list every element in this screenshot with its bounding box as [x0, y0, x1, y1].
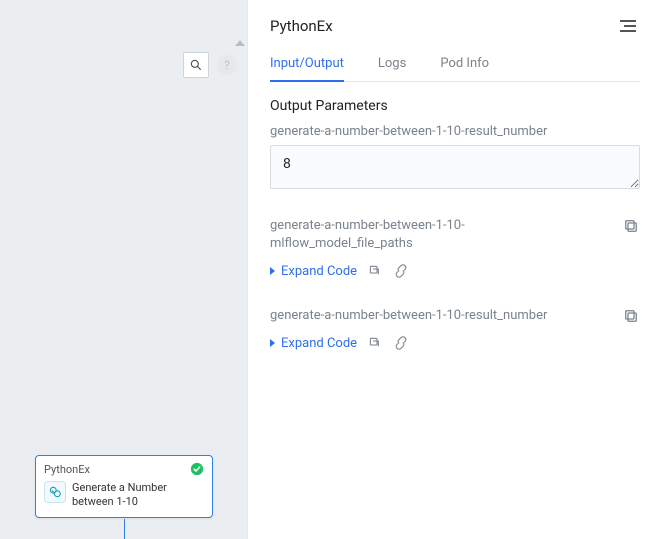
output-value: 8 — [283, 156, 291, 172]
tabs: Input/Output Logs Pod Info — [270, 40, 640, 82]
link-button[interactable] — [393, 335, 409, 351]
param-label-result-number: generate-a-number-between-1-10-result_nu… — [270, 124, 640, 139]
search-button[interactable] — [183, 52, 209, 78]
node-type-label: PythonEx — [44, 463, 90, 476]
node-connector — [124, 519, 125, 539]
panel-title: PythonEx — [270, 17, 333, 35]
copy-icon — [622, 217, 640, 235]
param-name: generate-a-number-between-1-10-mlflow_mo… — [270, 217, 590, 253]
workflow-node-pythonex[interactable]: PythonEx Generate a Number between 1-10 — [35, 455, 213, 518]
expand-code-link[interactable]: Expand Code — [270, 336, 357, 351]
copy-icon — [622, 307, 640, 325]
graph-canvas[interactable]: ? PythonEx Generate a Number between 1-1… — [0, 0, 248, 539]
tab-pod-info[interactable]: Pod Info — [440, 50, 489, 81]
collapse-arrow-icon[interactable] — [235, 40, 245, 46]
open-external-button[interactable] — [367, 335, 383, 351]
chevron-right-icon — [270, 339, 275, 347]
section-title: Output Parameters — [270, 98, 640, 114]
panel-menu-button[interactable] — [616, 16, 640, 36]
expand-code-label: Expand Code — [281, 264, 357, 279]
param-name: generate-a-number-between-1-10-result_nu… — [270, 307, 547, 325]
chevron-right-icon — [270, 267, 275, 275]
help-button[interactable]: ? — [217, 55, 237, 75]
canvas-toolbar: ? — [183, 52, 237, 78]
details-panel: PythonEx Input/Output Logs Pod Info Outp… — [248, 0, 658, 539]
copy-button[interactable] — [622, 307, 640, 325]
status-success-icon — [190, 462, 204, 476]
copy-button[interactable] — [622, 217, 640, 235]
param-block: generate-a-number-between-1-10-mlflow_mo… — [270, 217, 640, 279]
link-button[interactable] — [393, 263, 409, 279]
python-task-icon — [44, 481, 66, 503]
link-icon — [393, 335, 409, 351]
tab-input-output[interactable]: Input/Output — [270, 50, 344, 81]
search-icon — [189, 58, 203, 72]
expand-code-link[interactable]: Expand Code — [270, 264, 357, 279]
link-icon — [393, 263, 409, 279]
open-external-icon — [367, 335, 383, 351]
open-external-icon — [367, 263, 383, 279]
help-icon: ? — [224, 58, 230, 72]
param-block: generate-a-number-between-1-10-result_nu… — [270, 307, 640, 351]
tab-logs[interactable]: Logs — [378, 50, 406, 81]
node-task-title: Generate a Number between 1-10 — [72, 481, 204, 509]
expand-code-label: Expand Code — [281, 336, 357, 351]
output-value-box[interactable]: 8 — [270, 145, 640, 189]
open-external-button[interactable] — [367, 263, 383, 279]
